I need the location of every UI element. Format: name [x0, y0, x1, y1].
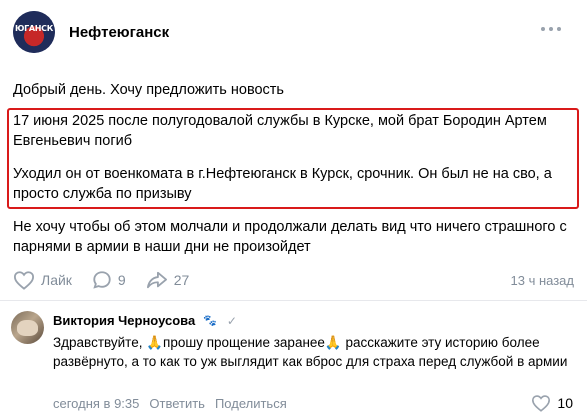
heart-icon [13, 271, 35, 290]
more-dot [557, 27, 561, 31]
like-label: Лайк [41, 272, 72, 288]
comment-share-button[interactable]: Поделиться [215, 396, 287, 411]
comment-text: Здравствуйте, 🙏прошу прощение заранее🙏 р… [53, 333, 573, 371]
comment-like-button[interactable]: 10 [531, 394, 573, 412]
comment-time[interactable]: сегодня в 9:35 [53, 396, 139, 411]
more-options-icon[interactable] [541, 25, 561, 33]
group-name[interactable]: Нефтеюганск [69, 24, 169, 41]
comment-author[interactable]: Виктория Черноусова [53, 313, 195, 328]
divider [0, 300, 587, 301]
post-after-text: Не хочу чтобы об этом молчали и продолжа… [13, 219, 567, 255]
more-dot [541, 27, 545, 31]
share-icon [146, 271, 167, 289]
avatar-image [17, 320, 38, 336]
more-dot [549, 27, 553, 31]
group-avatar[interactable]: ЮГАНСК [13, 11, 55, 53]
pray-emoji-icon: 🙏 [146, 335, 164, 350]
comment-text-part: прошу прощение заранее [163, 335, 325, 350]
heart-icon [532, 395, 551, 412]
verified-icon: ✓ [226, 313, 237, 328]
comment-likes-count: 10 [557, 395, 573, 411]
post-actions: Лайк 9 27 13 ч назад [13, 268, 574, 292]
post-greeting: Добрый день. Хочу предложить новость [13, 82, 284, 98]
group-logo-text: ЮГАНСК [15, 24, 53, 33]
comment-author-row: Виктория Черноусова 🐾 ✓ [53, 313, 237, 328]
commenter-avatar[interactable] [11, 311, 44, 344]
post-header: ЮГАНСК Нефтеюганск [13, 11, 573, 53]
comment-button[interactable]: 9 [92, 270, 126, 290]
comment-footer: сегодня в 9:35 Ответить Поделиться 10 [53, 394, 573, 412]
comment-text-part: Здравствуйте, [53, 335, 147, 350]
highlight-paragraph-1: 17 июня 2025 после полугодовалой службы … [13, 113, 547, 149]
comment-icon [93, 271, 111, 289]
pray-emoji-icon: 🙏 [324, 335, 342, 350]
highlight-paragraph-2: Уходил он от военкомата в г.Нефтеюганск … [13, 166, 552, 202]
post-time[interactable]: 13 ч назад [511, 273, 575, 288]
comments-count: 9 [117, 272, 126, 288]
reply-button[interactable]: Ответить [149, 396, 205, 411]
shares-count: 27 [173, 272, 190, 288]
share-button[interactable]: 27 [146, 270, 190, 290]
like-button[interactable]: Лайк [13, 270, 72, 290]
paw-badge-icon: 🐾 [203, 315, 217, 327]
